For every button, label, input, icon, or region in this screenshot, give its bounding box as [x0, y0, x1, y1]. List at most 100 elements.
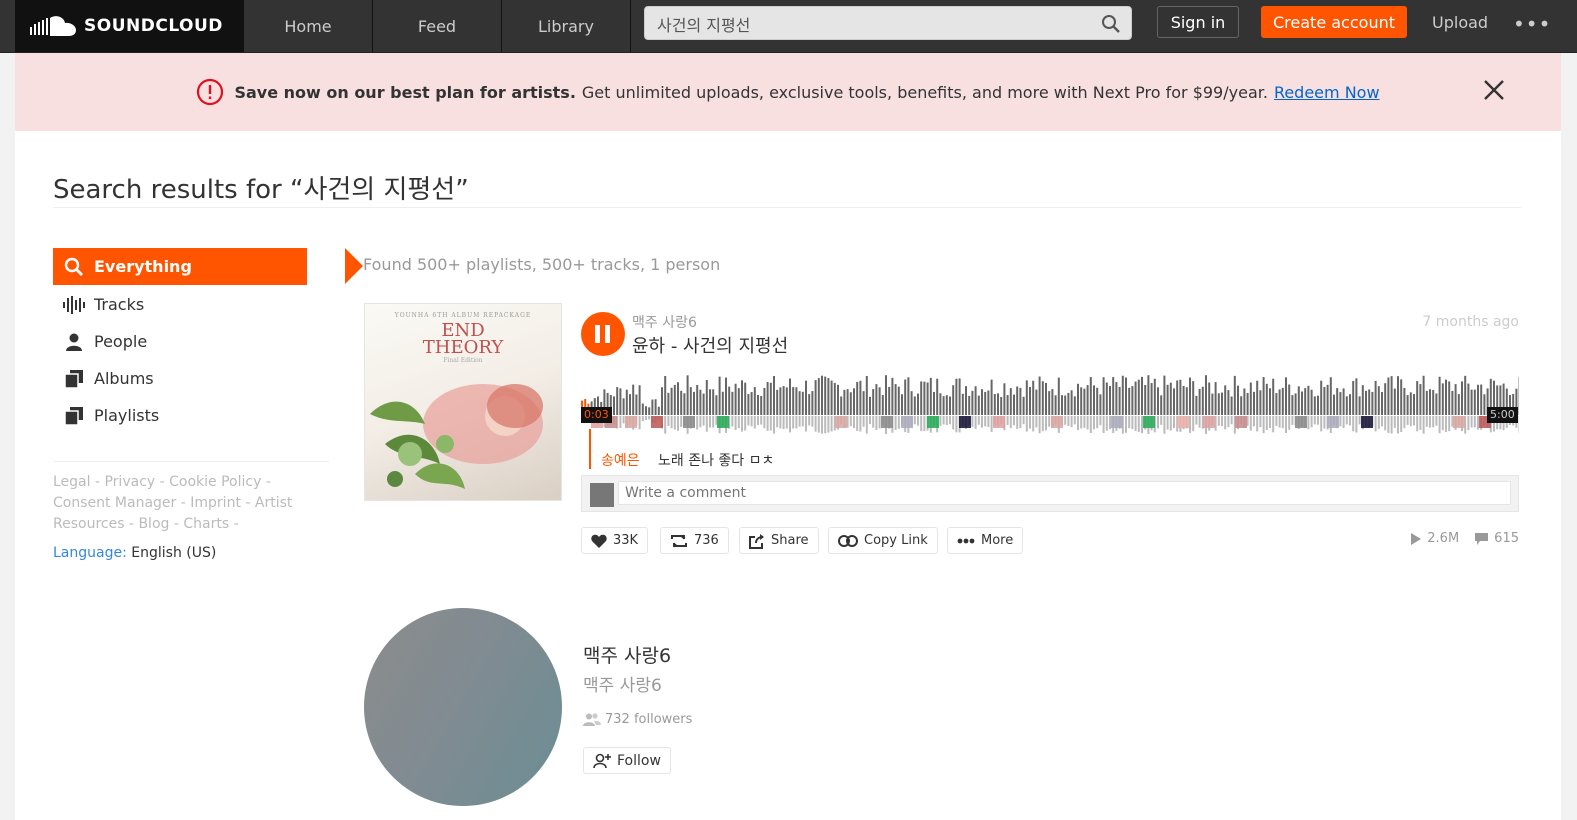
waveform-bar [853, 388, 855, 415]
waveform-bar [1169, 382, 1172, 415]
track-title[interactable]: 윤하 - 사건의 지평선 [632, 332, 788, 358]
search-input[interactable] [655, 7, 1099, 41]
comment-avatar-marker[interactable] [717, 416, 729, 428]
comment-input[interactable] [618, 481, 1511, 505]
nav-feed[interactable]: Feed [373, 0, 502, 52]
waveform-reflection [1349, 416, 1351, 426]
comment-avatar-marker[interactable] [1051, 416, 1063, 428]
comment-avatar-marker[interactable] [1111, 416, 1123, 428]
waveform-reflection [1157, 416, 1159, 429]
comment-avatar-marker[interactable] [1235, 416, 1247, 428]
follow-button[interactable]: Follow [583, 747, 671, 774]
waveform-reflection [1125, 416, 1127, 433]
sidebar-item-albums[interactable]: Albums [53, 360, 313, 397]
waveform-reflection [1102, 416, 1105, 433]
comment-avatar-marker[interactable] [1143, 416, 1155, 428]
waveform-bar [913, 396, 916, 415]
waveform-reflection [766, 416, 769, 431]
comment-avatar-marker[interactable] [1361, 416, 1373, 428]
user-name[interactable]: 맥주 사랑6 [583, 641, 671, 668]
comment-avatar-marker[interactable] [651, 416, 663, 428]
search-icon[interactable] [1101, 14, 1121, 38]
privacy-link[interactable]: Privacy [104, 474, 155, 490]
copy-link-button[interactable]: Copy Link [828, 527, 938, 554]
charts-link[interactable]: Charts [183, 516, 229, 532]
waveform-bar [939, 393, 942, 415]
nav-library[interactable]: Library [502, 0, 631, 52]
waveform-reflection [1077, 416, 1079, 431]
waveform-bar [1105, 382, 1108, 415]
create-account-button[interactable]: Create account [1261, 6, 1407, 38]
comment-avatar-marker[interactable] [1295, 416, 1307, 428]
comment-avatar-marker[interactable] [1453, 416, 1465, 428]
waveform-bar [990, 379, 993, 415]
waveform-reflection [1189, 416, 1191, 433]
waveform[interactable] [581, 371, 1519, 443]
comment-avatar-marker[interactable] [959, 416, 971, 428]
close-icon[interactable] [1483, 79, 1505, 105]
track-artwork[interactable]: YOUNHA 6TH ALBUM REPACKAGE END THEORY Fi… [364, 303, 562, 501]
waveform-reflection [734, 416, 737, 431]
soundcloud-logo[interactable]: SOUNDCLOUD [15, 0, 244, 52]
waveform-bar [1224, 385, 1227, 415]
waveform-bar [1288, 384, 1291, 415]
comment-avatar-marker[interactable] [927, 416, 939, 428]
waveform-bar [1467, 383, 1470, 415]
pause-button[interactable] [581, 312, 625, 356]
share-icon [749, 533, 764, 549]
waveform-bar [1038, 376, 1041, 415]
legal-link[interactable]: Legal [53, 474, 91, 490]
waveform-bar [1131, 386, 1134, 415]
waveform-bar [1201, 386, 1204, 415]
comment-avatar-marker[interactable] [1327, 416, 1339, 428]
more-button[interactable]: More [947, 527, 1024, 554]
comment-avatar-marker[interactable] [993, 416, 1005, 428]
waveform-reflection [1041, 416, 1044, 432]
waveform-bar [1054, 395, 1057, 415]
sidebar-item-playlists[interactable]: Playlists [53, 397, 313, 434]
follower-count[interactable]: 732 followers [583, 712, 692, 727]
comment-avatar-marker[interactable] [835, 416, 847, 428]
track-uploader[interactable]: 맥주 사랑6 [632, 312, 697, 332]
nav-home[interactable]: Home [244, 0, 373, 52]
comment-count[interactable]: 615 [1475, 531, 1519, 546]
comment-avatar-marker[interactable] [625, 416, 637, 428]
waveform-reflection [869, 416, 871, 425]
waveform-reflection [1355, 416, 1358, 433]
waveform-bar [747, 394, 750, 415]
share-button[interactable]: Share [739, 527, 819, 554]
waveform-bar [840, 396, 843, 415]
comment-user[interactable]: 송예은 [601, 450, 640, 470]
waveform-bar [1064, 395, 1067, 415]
cookie-policy-link[interactable]: Cookie Policy [169, 474, 261, 490]
waveform-bar [1198, 388, 1201, 415]
comment-avatar-marker[interactable] [1203, 416, 1215, 428]
comment-avatar-marker[interactable] [683, 416, 695, 428]
comment-avatar-marker[interactable] [881, 416, 893, 428]
imprint-link[interactable]: Imprint [190, 495, 241, 511]
language-selector[interactable]: Language: English (US) [53, 545, 216, 561]
sidebar-item-tracks[interactable]: Tracks [53, 286, 313, 323]
waveform-bar [1358, 396, 1361, 415]
waveform-bar [1352, 380, 1355, 415]
waveform-reflection [1013, 416, 1015, 426]
waveform-reflection [641, 416, 644, 422]
waveform-bar [856, 381, 859, 415]
repost-button[interactable]: 736 [660, 527, 729, 554]
user-avatar[interactable] [364, 608, 562, 806]
sidebar-item-people[interactable]: People [53, 323, 313, 360]
sign-in-button[interactable]: Sign in [1157, 6, 1239, 38]
sidebar-item-everything[interactable]: Everything [53, 248, 363, 285]
consent-manager-link[interactable]: Consent Manager [53, 495, 176, 511]
upload-link[interactable]: Upload [1432, 13, 1488, 32]
waveform-bar [699, 389, 702, 415]
more-menu-icon[interactable]: ••• [1513, 12, 1551, 36]
waveform-reflection [971, 416, 974, 427]
comment-avatar-marker[interactable] [901, 416, 913, 428]
comment-avatar-marker[interactable] [1177, 416, 1189, 428]
waveform-reflection [1358, 416, 1361, 425]
waveform-reflection [1099, 416, 1102, 426]
blog-link[interactable]: Blog [138, 516, 169, 532]
redeem-now-link[interactable]: Redeem Now [1274, 83, 1380, 102]
like-button[interactable]: 33K [581, 527, 649, 554]
